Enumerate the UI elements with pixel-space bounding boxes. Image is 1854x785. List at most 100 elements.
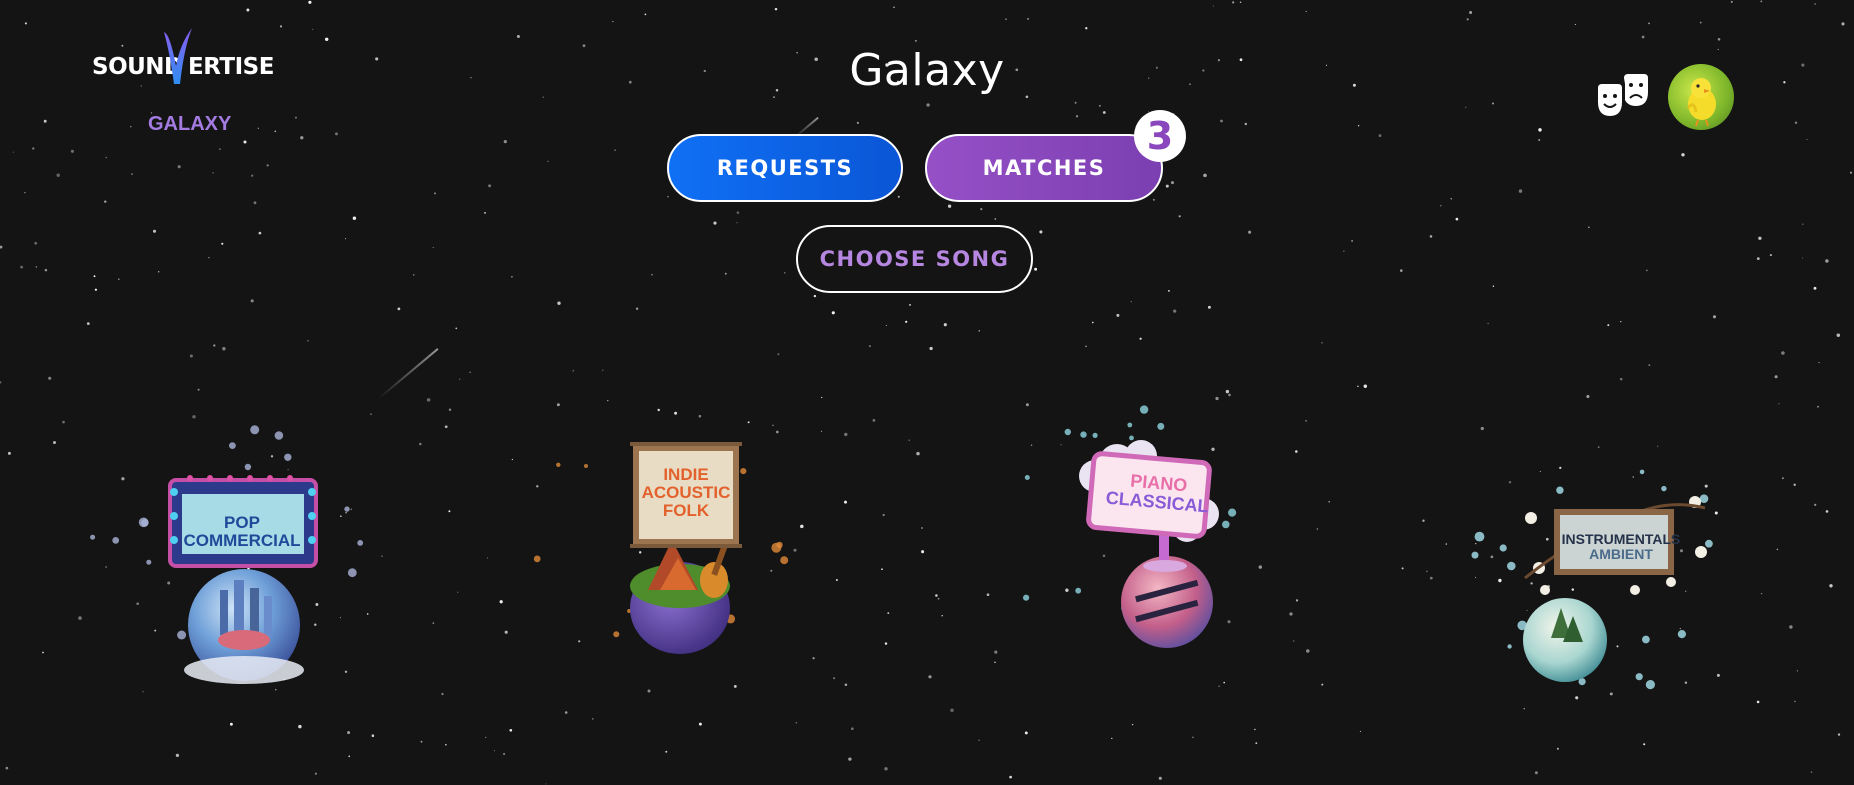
star xyxy=(607,400,609,402)
star xyxy=(1849,171,1853,174)
star xyxy=(56,173,60,177)
star xyxy=(345,511,347,514)
star xyxy=(928,675,932,679)
star xyxy=(1475,542,1477,545)
star xyxy=(1343,250,1345,252)
planet-indie-acoustic-folk[interactable]: INDIE ACOUSTIC FOLK xyxy=(600,440,770,700)
star xyxy=(1305,420,1307,422)
star xyxy=(943,323,947,327)
star xyxy=(413,274,415,276)
star xyxy=(1681,153,1685,157)
planet-pop-commercial[interactable]: POP COMMERCIAL xyxy=(140,470,340,720)
star xyxy=(253,201,257,205)
star xyxy=(929,346,933,351)
star xyxy=(1258,565,1262,569)
star xyxy=(488,184,492,188)
star xyxy=(270,455,274,458)
star xyxy=(848,757,852,761)
star xyxy=(250,299,254,303)
star xyxy=(152,229,157,233)
star xyxy=(1152,198,1155,201)
star xyxy=(1607,324,1610,327)
star xyxy=(251,174,254,177)
star xyxy=(1239,1,1242,4)
star xyxy=(347,731,351,735)
star xyxy=(1306,649,1310,653)
choose-song-button[interactable]: CHOOSE SONG xyxy=(796,225,1033,293)
star xyxy=(578,640,581,643)
star xyxy=(644,13,647,16)
star xyxy=(434,192,436,195)
star xyxy=(612,21,614,23)
user-avatar[interactable] xyxy=(1668,64,1734,130)
star xyxy=(42,651,44,654)
star xyxy=(557,301,561,305)
sparkle xyxy=(274,431,284,440)
star xyxy=(1099,104,1101,107)
star xyxy=(218,148,221,151)
star xyxy=(813,294,817,298)
star xyxy=(1091,321,1094,324)
requests-button[interactable]: REQUESTS xyxy=(667,134,903,202)
star xyxy=(1781,477,1784,480)
star xyxy=(844,432,848,437)
sparkle xyxy=(112,537,120,544)
star xyxy=(736,211,740,214)
star xyxy=(432,622,435,624)
star xyxy=(1351,239,1354,242)
star xyxy=(1429,576,1433,580)
star xyxy=(1776,548,1779,551)
star xyxy=(1173,309,1177,313)
star xyxy=(1657,445,1659,447)
star xyxy=(1793,483,1796,486)
star xyxy=(736,222,738,224)
star xyxy=(397,307,401,311)
star xyxy=(831,311,835,315)
star xyxy=(1009,775,1012,779)
star xyxy=(724,272,727,275)
theater-masks-icon[interactable] xyxy=(1596,72,1650,122)
sparkle xyxy=(347,568,357,578)
star xyxy=(366,613,369,615)
star xyxy=(542,96,544,98)
star xyxy=(1841,22,1845,26)
star xyxy=(947,204,952,208)
star xyxy=(1422,519,1425,522)
star xyxy=(1829,584,1833,588)
star xyxy=(5,766,9,770)
star xyxy=(222,346,226,351)
planet-label-line2: COMMERCIAL xyxy=(183,530,301,550)
star xyxy=(444,425,448,429)
star xyxy=(350,508,353,511)
star xyxy=(1399,269,1403,272)
star xyxy=(635,307,639,311)
sparkle xyxy=(250,425,260,435)
star xyxy=(1455,217,1459,221)
star xyxy=(118,278,120,281)
star xyxy=(504,630,508,634)
star xyxy=(770,569,773,572)
planet-instrumentals-ambient[interactable]: INSTRUMENTALS AMBIENT xyxy=(1515,478,1715,698)
star xyxy=(1794,121,1798,124)
star xyxy=(298,724,302,729)
matches-button[interactable]: MATCHES xyxy=(925,134,1163,202)
star xyxy=(509,728,513,732)
star xyxy=(93,275,96,278)
star xyxy=(1130,300,1132,303)
star xyxy=(885,324,887,327)
star xyxy=(1170,181,1175,185)
star xyxy=(104,200,107,203)
star xyxy=(307,339,309,342)
planet-piano-classical[interactable]: PIANO CLASSICAL xyxy=(1055,432,1235,692)
star xyxy=(136,602,140,606)
star xyxy=(1034,267,1038,271)
star xyxy=(1492,285,1495,287)
star xyxy=(35,266,37,268)
star xyxy=(1538,139,1541,141)
star xyxy=(1165,184,1169,188)
star xyxy=(1648,22,1650,25)
star xyxy=(1714,511,1718,515)
star xyxy=(1760,0,1763,3)
star xyxy=(1769,254,1772,257)
star xyxy=(105,156,107,159)
